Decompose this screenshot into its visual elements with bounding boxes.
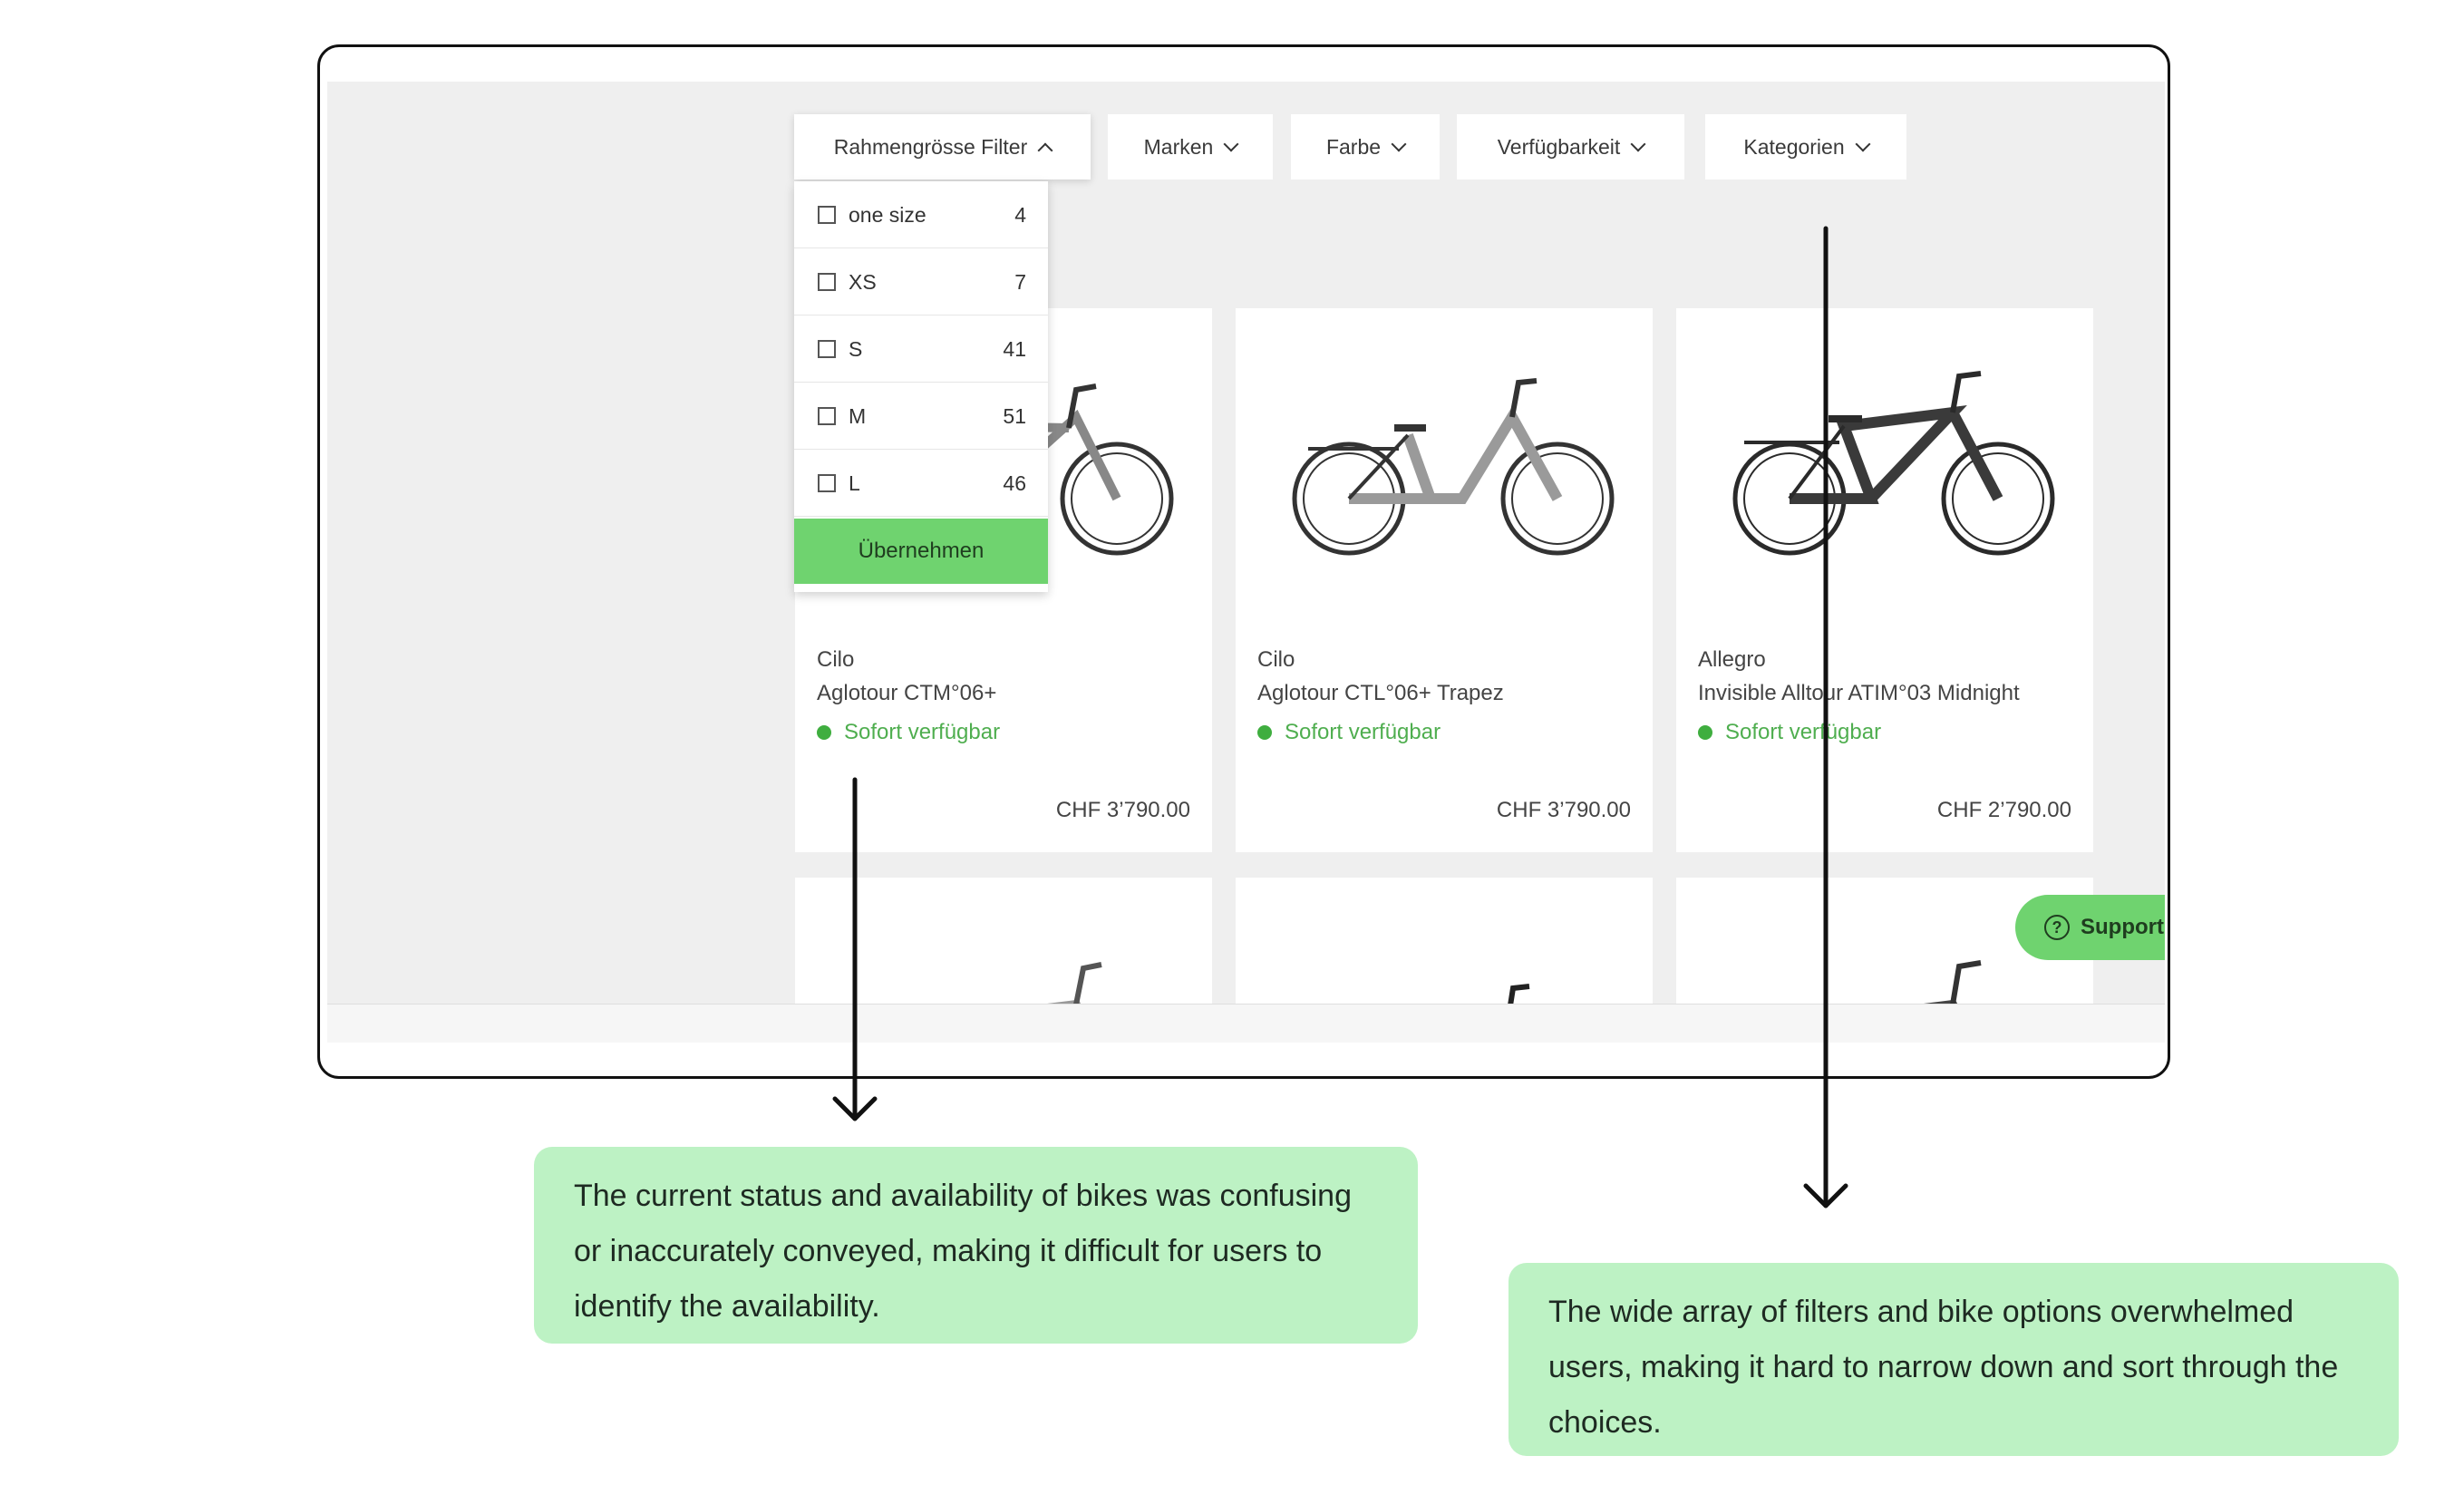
availability-note: The current status and availability of b… xyxy=(534,1147,1418,1344)
note-line: identify the availability. xyxy=(574,1289,880,1324)
note-line: choices. xyxy=(1548,1405,1662,1440)
note-line: users, making it hard to narrow down and… xyxy=(1548,1350,2339,1384)
note-line: or inaccurately conveyed, making it diff… xyxy=(574,1234,1323,1268)
note-line: The current status and availability of b… xyxy=(574,1179,1353,1213)
filters-note: The wide array of filters and bike optio… xyxy=(1508,1263,2399,1456)
note-line: The wide array of filters and bike optio… xyxy=(1548,1295,2294,1329)
